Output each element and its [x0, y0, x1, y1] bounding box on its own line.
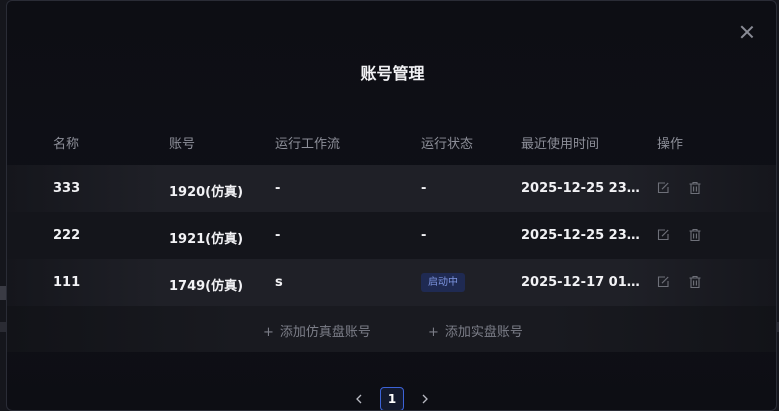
cell-workflow: s — [275, 275, 283, 290]
status-badge: 启动中 — [421, 273, 465, 292]
pagination: 1 — [7, 387, 776, 410]
table-row: 333 1920(仿真) - - 2025-12-25 23:42:... — [7, 165, 776, 212]
page-button-current[interactable]: 1 — [380, 387, 404, 410]
trash-icon[interactable] — [688, 181, 702, 195]
cell-last-used: 2025-12-25 23:43:... — [521, 228, 643, 243]
cell-account: 1749(仿真) — [169, 279, 244, 294]
header-actions: 操作 — [657, 137, 684, 152]
add-real-account-button[interactable]: + 添加实盘账号 — [428, 321, 523, 340]
header-last-used: 最近使用时间 — [521, 137, 600, 152]
cell-account: 1920(仿真) — [169, 185, 244, 200]
cell-status: - — [421, 181, 427, 196]
cell-name: 222 — [53, 228, 81, 243]
chevron-left-icon[interactable] — [352, 390, 366, 408]
table-header: 名称 账号 运行工作流 运行状态 最近使用时间 操作 — [7, 131, 776, 153]
plus-icon: + — [263, 325, 274, 340]
cell-last-used: 2025-12-17 01:20:18 — [521, 275, 643, 290]
cell-name: 333 — [53, 181, 81, 196]
edit-icon[interactable] — [656, 275, 670, 289]
add-sim-account-label: 添加仿真盘账号 — [279, 325, 371, 340]
trash-icon[interactable] — [688, 275, 702, 289]
dialog-title: 账号管理 — [360, 64, 425, 83]
trash-icon[interactable] — [688, 228, 702, 242]
cell-name: 111 — [53, 275, 81, 290]
cell-workflow: - — [275, 228, 281, 243]
chevron-right-icon[interactable] — [418, 390, 432, 408]
table-row: 111 1749(仿真) s 启动中 2025-12-17 01:20:18 — [7, 259, 776, 306]
cell-workflow: - — [275, 181, 281, 196]
header-name: 名称 — [53, 137, 80, 152]
cell-account: 1921(仿真) — [169, 232, 244, 247]
header-workflow: 运行工作流 — [275, 137, 341, 152]
cell-status: - — [421, 228, 427, 243]
header-account: 账号 — [169, 137, 196, 152]
plus-icon: + — [428, 325, 439, 340]
table-row: 222 1921(仿真) - - 2025-12-25 23:43:... — [7, 212, 776, 259]
edit-icon[interactable] — [656, 181, 670, 195]
header-status: 运行状态 — [421, 137, 474, 152]
add-sim-account-button[interactable]: + 添加仿真盘账号 — [263, 321, 371, 340]
close-icon[interactable] — [738, 23, 756, 41]
add-real-account-label: 添加实盘账号 — [444, 325, 523, 340]
account-management-dialog: 账号管理 名称 账号 运行工作流 运行状态 最近使用时间 操作 333 1920… — [6, 0, 777, 411]
cell-last-used: 2025-12-25 23:42:... — [521, 181, 643, 196]
edit-icon[interactable] — [656, 228, 670, 242]
add-account-row: + 添加仿真盘账号 + 添加实盘账号 — [7, 306, 776, 352]
